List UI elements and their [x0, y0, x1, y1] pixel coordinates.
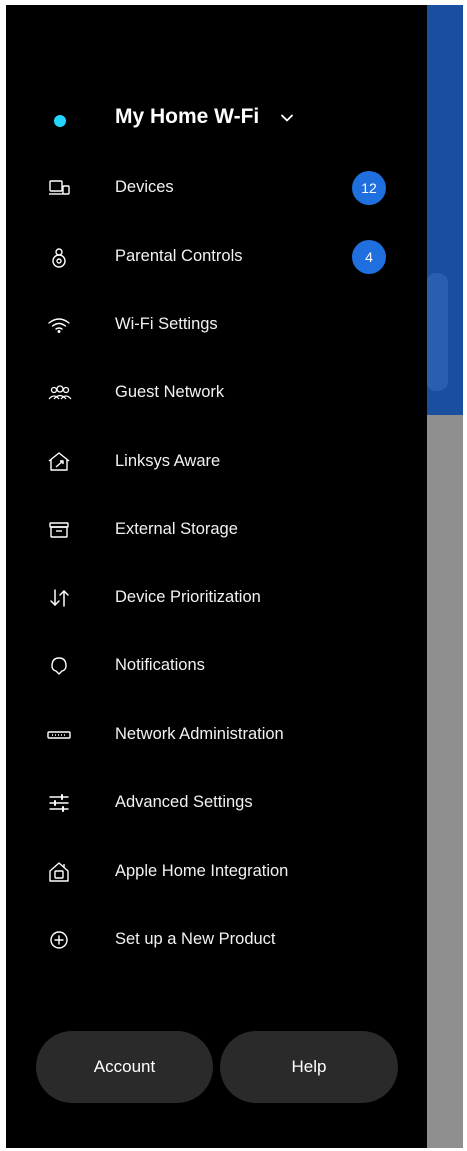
menu-item-apple-home-integration[interactable]: Apple Home Integration [6, 847, 427, 897]
notification-bell-icon [46, 653, 72, 679]
menu-item-wifi-settings[interactable]: Wi-Fi Settings [6, 300, 427, 350]
menu-item-label: Wi-Fi Settings [115, 315, 218, 333]
menu-item-devices[interactable]: Devices 12 [6, 163, 427, 213]
router-icon [46, 722, 72, 748]
menu-item-label: Guest Network [115, 383, 225, 401]
network-selector[interactable]: My Home W-Fi [6, 103, 427, 139]
add-circle-icon [46, 927, 72, 953]
menu-item-label: Parental Controls [115, 247, 243, 265]
devices-icon [46, 175, 72, 201]
menu-item-label: Device Prioritization [115, 588, 261, 606]
guest-network-icon [46, 380, 72, 406]
wifi-icon [46, 312, 72, 338]
network-status-dot [54, 115, 66, 127]
menu-item-label: Devices [115, 178, 174, 196]
external-storage-icon [46, 517, 72, 543]
menu-item-label: Notifications [115, 656, 205, 674]
menu-item-label: External Storage [115, 520, 238, 538]
account-button[interactable]: Account [36, 1031, 213, 1103]
sliders-icon [46, 790, 72, 816]
menu-item-label: Apple Home Integration [115, 862, 289, 880]
linksys-aware-icon [46, 449, 72, 475]
chevron-down-icon [279, 110, 295, 126]
parental-controls-count-badge: 4 [352, 240, 386, 274]
parental-controls-icon [46, 244, 72, 270]
help-button[interactable]: Help [220, 1031, 398, 1103]
menu-item-label: Set up a New Product [115, 930, 276, 948]
apple-home-icon [46, 859, 72, 885]
devices-count-badge: 12 [352, 171, 386, 205]
navigation-drawer: My Home W-Fi Devices 12 Parental Control… [6, 5, 427, 1148]
menu-item-notifications[interactable]: Notifications [6, 641, 427, 691]
menu-item-advanced-settings[interactable]: Advanced Settings [6, 778, 427, 828]
menu-item-label: Network Administration [115, 725, 284, 743]
menu-item-network-administration[interactable]: Network Administration [6, 710, 427, 760]
app-screen: My Home W-Fi Devices 12 Parental Control… [6, 5, 463, 1148]
menu-item-label: Advanced Settings [115, 793, 253, 811]
menu-item-guest-network[interactable]: Guest Network [6, 368, 427, 418]
menu-item-external-storage[interactable]: External Storage [6, 505, 427, 555]
menu-item-linksys-aware[interactable]: Linksys Aware [6, 437, 427, 487]
background-card-edge [426, 273, 448, 391]
menu-item-label: Linksys Aware [115, 452, 221, 470]
menu-item-set-up-new-product[interactable]: Set up a New Product [6, 915, 427, 965]
menu-item-parental-controls[interactable]: Parental Controls 4 [6, 232, 427, 282]
prioritization-arrows-icon [46, 585, 72, 611]
network-name: My Home W-Fi [115, 105, 260, 128]
menu-item-device-prioritization[interactable]: Device Prioritization [6, 573, 427, 623]
